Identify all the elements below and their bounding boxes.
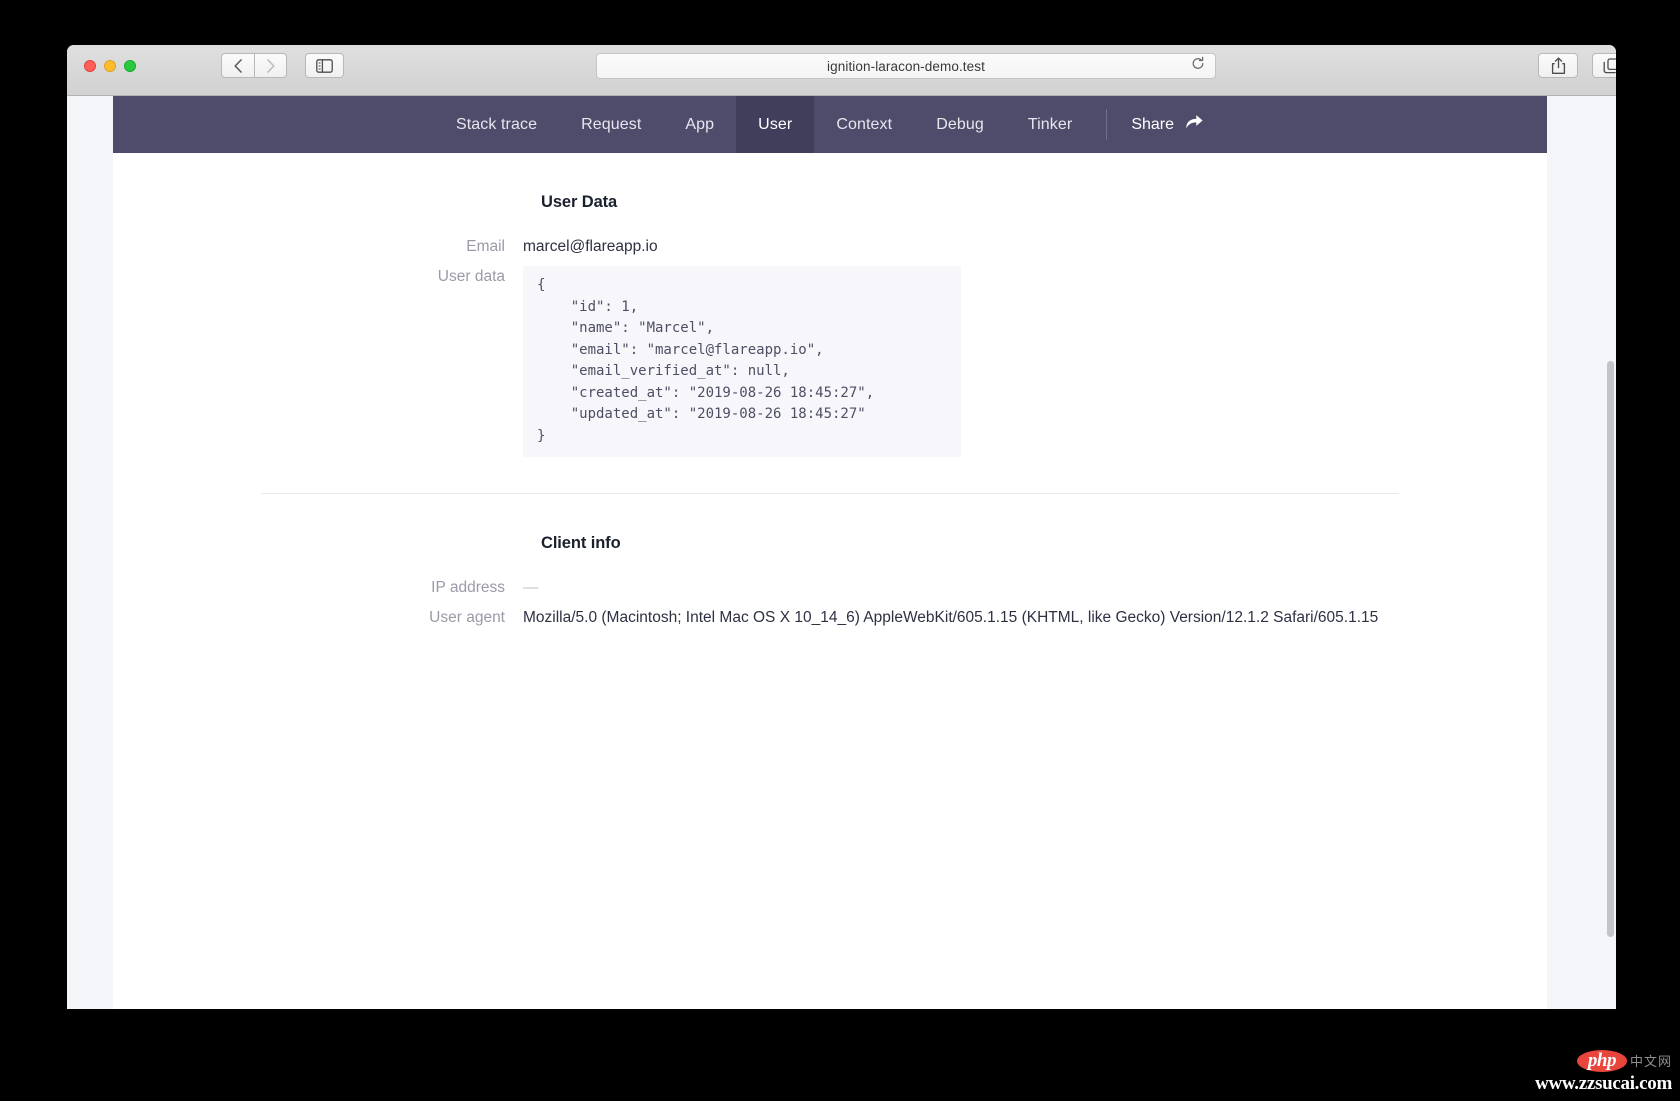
share-icon — [1551, 56, 1565, 74]
chevron-right-icon — [266, 58, 275, 73]
client-info-heading: Client info — [541, 534, 621, 552]
ip-address-label: IP address — [431, 579, 505, 596]
minimize-window-button[interactable] — [104, 60, 116, 72]
email-label: Email — [466, 238, 505, 255]
sidebar-toggle-button[interactable] — [305, 53, 344, 78]
tab-request[interactable]: Request — [559, 96, 663, 153]
share-label: Share — [1131, 115, 1175, 133]
watermark-php-badge: php — [1576, 1050, 1627, 1072]
tab-stack-trace[interactable]: Stack trace — [434, 96, 559, 153]
ignition-navbar: Stack trace Request App User Context Deb… — [113, 96, 1547, 153]
tab-tinker[interactable]: Tinker — [1006, 96, 1094, 153]
forward-button[interactable] — [254, 53, 287, 78]
nav-divider — [1106, 109, 1108, 140]
user-data-section: User Data Email marcel@flareapp.io User … — [113, 193, 1547, 457]
close-window-button[interactable] — [84, 60, 96, 72]
watermark-logo: php 中文网 — [1535, 1050, 1672, 1072]
user-data-row: User data { "id": 1, "name": "Marcel", "… — [113, 264, 1547, 457]
maximize-window-button[interactable] — [124, 60, 136, 72]
page-scrollbar[interactable] — [1605, 96, 1616, 1009]
tab-user[interactable]: User — [736, 96, 815, 153]
ip-address-row: IP address — — [113, 575, 1547, 601]
user-data-json-block: { "id": 1, "name": "Marcel", "email": "m… — [523, 266, 961, 457]
share-link[interactable]: Share — [1119, 96, 1226, 153]
user-agent-label: User agent — [429, 609, 505, 626]
user-agent-row: User agent Mozilla/5.0 (Macintosh; Intel… — [113, 605, 1547, 631]
back-button[interactable] — [221, 53, 254, 78]
browser-toolbar: ignition-laracon-demo.test + — [67, 45, 1616, 96]
tab-debug[interactable]: Debug — [914, 96, 1006, 153]
ip-address-value: — — [523, 579, 539, 596]
scrollbar-thumb[interactable] — [1607, 361, 1614, 937]
email-row: Email marcel@flareapp.io — [113, 234, 1547, 260]
email-value: marcel@flareapp.io — [523, 238, 658, 255]
ignition-content: User Data Email marcel@flareapp.io User … — [113, 153, 1547, 631]
share-button[interactable] — [1538, 53, 1578, 78]
user-agent-value: Mozilla/5.0 (Macintosh; Intel Mac OS X 1… — [523, 609, 1379, 626]
chevron-left-icon — [234, 58, 242, 73]
url-text: ignition-laracon-demo.test — [827, 58, 985, 74]
url-bar[interactable]: ignition-laracon-demo.test — [596, 53, 1216, 79]
watermark-suffix: 中文网 — [1629, 1053, 1672, 1069]
browser-window: ignition-laracon-demo.test + — [67, 45, 1616, 1009]
user-data-heading: User Data — [541, 193, 618, 211]
tab-context[interactable]: Context — [814, 96, 914, 153]
client-info-section: Client info IP address — User agent Mozi… — [113, 494, 1547, 631]
watermark: php 中文网 www.zzsucai.com — [1535, 1050, 1672, 1093]
ignition-page: Stack trace Request App User Context Deb… — [113, 96, 1547, 1009]
watermark-url: www.zzsucai.com — [1535, 1073, 1672, 1094]
window-controls — [84, 60, 136, 72]
reload-icon[interactable] — [1191, 56, 1205, 76]
reload-arrow-icon — [1192, 56, 1204, 69]
share-arrow-icon — [1185, 114, 1204, 135]
user-data-label: User data — [437, 268, 505, 285]
sidebar-icon — [316, 58, 333, 73]
show-tabs-button[interactable] — [1592, 53, 1616, 78]
page-viewport: Stack trace Request App User Context Deb… — [67, 96, 1616, 1009]
tab-app[interactable]: App — [663, 96, 736, 153]
tabs-overview-icon — [1603, 57, 1616, 73]
